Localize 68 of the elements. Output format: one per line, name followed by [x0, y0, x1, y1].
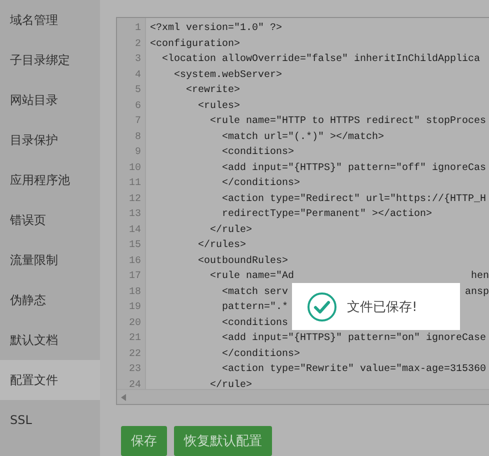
code-line: </rules>	[197, 238, 246, 253]
line-number: 18	[128, 286, 141, 300]
line-number: 15	[128, 239, 141, 253]
code-line: <action type="Redirect" url="https://{HTTP_H	[221, 192, 486, 206]
sidebar-item[interactable]: 错误页	[0, 200, 100, 240]
code-line: </conditions>	[221, 348, 300, 362]
code-line: redirectType="Permanent" ></action>	[221, 208, 432, 222]
action-button[interactable]: 恢复默认配置	[174, 426, 272, 456]
sidebar-item[interactable]: 应用程序池	[0, 160, 100, 200]
sidebar-item[interactable]: 域名管理	[0, 0, 100, 40]
code-line: <configuration>	[150, 38, 240, 52]
line-number: 3	[134, 53, 141, 67]
line-number: 12	[128, 192, 141, 206]
code-line: <add input="{HTTPS}" pattern="on" ignoreCase	[221, 332, 486, 346]
code-line: </rule>	[209, 224, 252, 238]
line-number: 2	[134, 38, 141, 52]
code-line: <rule name="HTTP to HTTPS redirect" stopProces	[209, 114, 486, 129]
sidebar-item[interactable]: 默认文档	[0, 320, 100, 360]
code-line: hen	[470, 270, 489, 284]
line-number: 5	[134, 84, 141, 98]
line-number: 6	[134, 100, 141, 114]
sidebar-item[interactable]: 目录保护	[0, 120, 100, 160]
code-line: <action type="Rewrite" value="max-age=315360	[221, 362, 486, 377]
code-editor[interactable]	[116, 17, 489, 405]
sidebar-item[interactable]: 子目录绑定	[0, 40, 100, 80]
horizontal-scrollbar[interactable]	[117, 389, 489, 404]
code-line: <match url="(.*)" ></match>	[221, 130, 384, 144]
sidebar-item[interactable]: 网站目录	[0, 80, 100, 120]
line-number: 4	[134, 68, 141, 82]
line-number: 16	[128, 254, 141, 268]
code-line: <rule name="Ad	[209, 270, 294, 284]
line-number: 8	[134, 130, 141, 144]
code-line: <location allowOverride="false" inheritInChildApplica	[161, 52, 480, 67]
code-line: <?xml version="1.0" ?>	[150, 22, 282, 36]
code-line: <system.webServer>	[173, 68, 282, 82]
line-number: 21	[128, 332, 141, 346]
code-line: pattern=".*	[221, 300, 288, 315]
code-line: <conditions>	[221, 146, 294, 160]
line-number: 11	[128, 177, 141, 191]
code-line: </conditions>	[221, 176, 300, 191]
sidebar-item[interactable]: 流量限制	[0, 240, 100, 280]
code-line: ansp	[464, 286, 489, 300]
code-line: <rules>	[197, 100, 240, 114]
line-number: 20	[128, 316, 141, 330]
check-icon	[307, 292, 337, 322]
code-line: </rule>	[209, 378, 252, 389]
code-line: <rewrite>	[185, 84, 240, 98]
line-number: 7	[134, 115, 141, 129]
code-line: <outboundRules>	[197, 254, 288, 268]
code-line: <match serv	[221, 286, 288, 300]
toast-message: 文件已保存!	[347, 298, 418, 316]
line-number: 9	[134, 146, 141, 160]
scroll-left-icon[interactable]	[121, 394, 126, 400]
line-number: 17	[128, 270, 141, 284]
sidebar-item[interactable]: 伪静态	[0, 280, 100, 320]
line-number: 22	[128, 348, 141, 362]
line-number: 13	[128, 208, 141, 222]
line-number: 19	[128, 301, 141, 315]
line-number: 10	[128, 162, 141, 176]
line-number: 24	[128, 378, 141, 389]
line-number: 23	[128, 363, 141, 377]
sidebar-item[interactable]: 配置文件	[0, 360, 100, 400]
sidebar-item[interactable]: SSL	[0, 400, 100, 440]
code-line: <add input="{HTTPS}" pattern="off" ignoreCas	[221, 162, 486, 176]
line-number: 1	[134, 22, 141, 36]
action-button[interactable]: 保存	[121, 426, 167, 456]
line-number: 14	[128, 224, 141, 238]
code-line: <conditions	[221, 316, 288, 330]
